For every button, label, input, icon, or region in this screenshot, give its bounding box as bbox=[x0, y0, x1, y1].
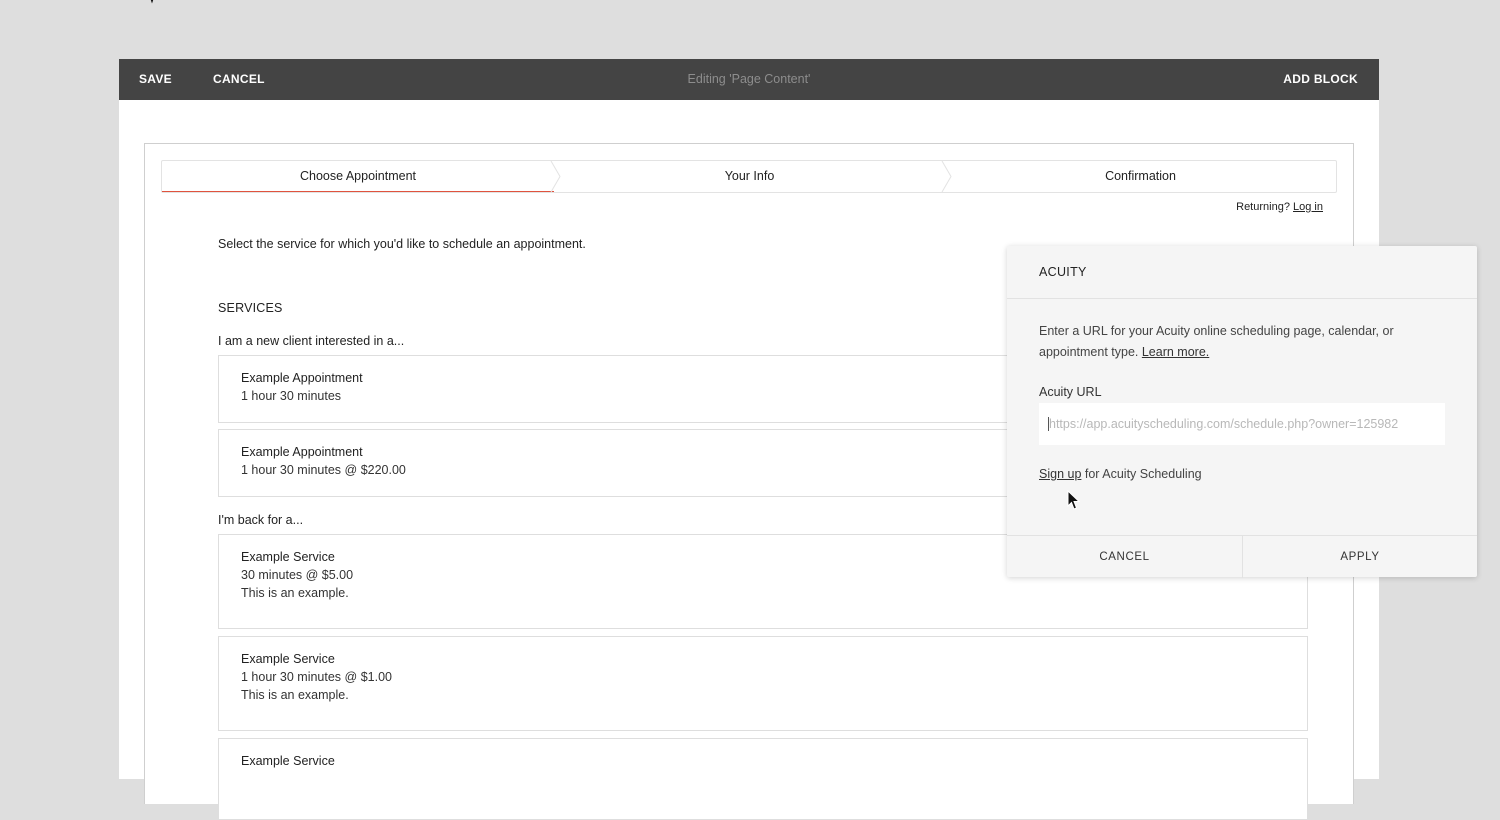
learn-more-link[interactable]: Learn more. bbox=[1142, 345, 1209, 359]
editor-toolbar: SAVE CANCEL Editing 'Page Content' ADD B… bbox=[119, 59, 1379, 100]
step-confirmation[interactable]: Confirmation bbox=[945, 161, 1336, 192]
page-title-fragment bbox=[136, 0, 176, 4]
popover-title: ACUITY bbox=[1039, 265, 1087, 279]
acuity-popover: ACUITY Enter a URL for your Acuity onlin… bbox=[1007, 246, 1477, 578]
popover-description: Enter a URL for your Acuity online sched… bbox=[1039, 321, 1439, 363]
returning-login: Returning? Log in bbox=[1236, 201, 1323, 213]
chevron-right-icon bbox=[941, 161, 952, 192]
signup-line: Sign up for Acuity Scheduling bbox=[1039, 467, 1202, 481]
add-block-button[interactable]: ADD BLOCK bbox=[1283, 59, 1358, 100]
description-text: Enter a URL for your Acuity online sched… bbox=[1039, 324, 1394, 359]
acuity-url-input[interactable] bbox=[1039, 403, 1445, 445]
popover-apply-button[interactable]: APPLY bbox=[1243, 536, 1477, 578]
service-meta: 1 hour 30 minutes @ $1.00 bbox=[241, 670, 392, 684]
category-label: I am a new client interested in a... bbox=[218, 334, 405, 348]
service-name: Example Appointment bbox=[241, 445, 363, 459]
intro-text: Select the service for which you'd like … bbox=[218, 237, 586, 251]
service-card[interactable]: Example Service bbox=[218, 738, 1308, 820]
login-link[interactable]: Log in bbox=[1293, 201, 1323, 213]
category-label: I'm back for a... bbox=[218, 513, 304, 527]
service-meta: 1 hour 30 minutes bbox=[241, 389, 342, 403]
editing-title: Editing 'Page Content' bbox=[687, 72, 811, 86]
signup-text: for Acuity Scheduling bbox=[1081, 467, 1202, 481]
popover-footer: CANCEL APPLY bbox=[1007, 535, 1477, 578]
signup-link[interactable]: Sign up bbox=[1039, 467, 1081, 481]
chevron-right-icon bbox=[550, 161, 561, 192]
service-name: Example Appointment bbox=[241, 371, 363, 385]
service-meta: 30 minutes @ $5.00 bbox=[241, 568, 354, 582]
popover-cancel-button[interactable]: CANCEL bbox=[1007, 536, 1243, 578]
text-caret bbox=[1048, 417, 1049, 431]
acuity-url-label: Acuity URL bbox=[1039, 385, 1102, 399]
step-choose-appointment[interactable]: Choose Appointment bbox=[162, 161, 554, 192]
popover-header: ACUITY bbox=[1007, 246, 1477, 299]
step-progress: Choose Appointment Your Info Confirmatio… bbox=[161, 160, 1337, 193]
pointer-cursor-icon bbox=[1067, 490, 1081, 510]
service-meta: 1 hour 30 minutes @ $220.00 bbox=[241, 463, 406, 477]
service-name: Example Service bbox=[241, 550, 335, 564]
service-description: This is an example. bbox=[241, 688, 349, 702]
service-description: This is an example. bbox=[241, 586, 349, 600]
returning-text: Returning? bbox=[1236, 201, 1290, 213]
step-your-info[interactable]: Your Info bbox=[554, 161, 945, 192]
service-card[interactable]: Example Service 1 hour 30 minutes @ $1.0… bbox=[218, 636, 1308, 731]
service-name: Example Service bbox=[241, 652, 335, 666]
services-heading: SERVICES bbox=[218, 301, 283, 315]
